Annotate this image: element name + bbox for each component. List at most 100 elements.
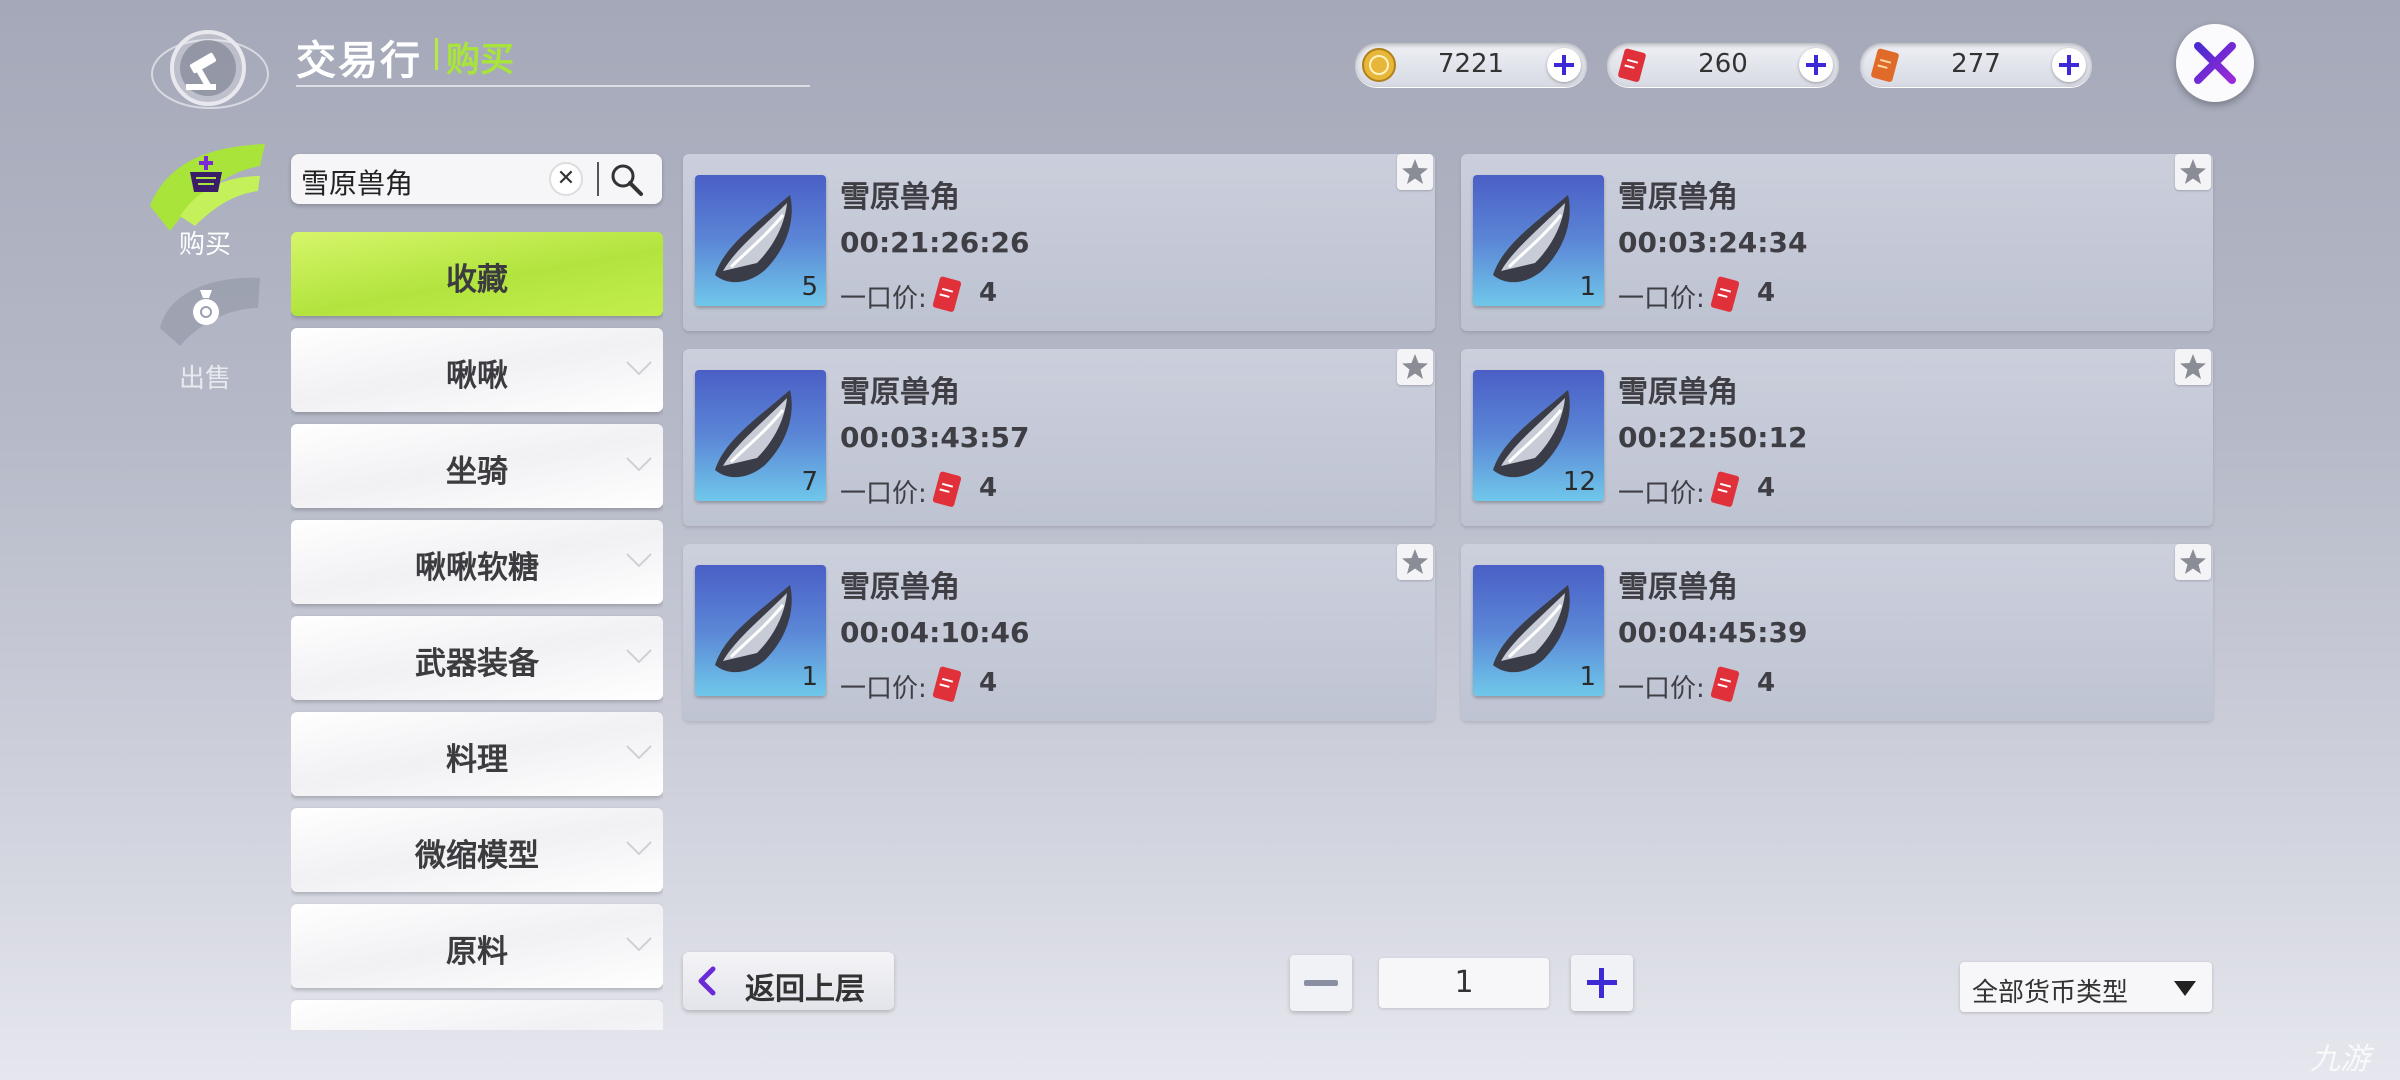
item-name: 雪原兽角 — [1618, 180, 1738, 215]
category-label: 收藏 — [446, 262, 508, 298]
item-name: 雪原兽角 — [840, 180, 960, 215]
currency-type-dropdown[interactable]: 全部货币类型 — [1960, 962, 2212, 1012]
page-title: 交易行 — [296, 38, 422, 84]
category-list: 收藏 啾啾 坐骑 啾啾软糖 武器装备 料理 微缩模型 原料 道具 — [291, 232, 663, 1030]
chevron-down-icon — [626, 553, 652, 568]
red-ticket-icon — [926, 469, 966, 509]
money-bag-icon — [186, 286, 226, 326]
chevron-down-icon — [626, 937, 652, 952]
plus-icon — [1587, 968, 1617, 998]
search-divider — [597, 162, 599, 196]
red-ticket-icon — [926, 274, 966, 314]
item-price: 4 — [979, 473, 998, 503]
category-label: 武器装备 — [415, 646, 539, 682]
chevron-down-icon — [626, 745, 652, 760]
category-materials[interactable]: 原料 — [291, 904, 663, 988]
favorite-star-button[interactable] — [1397, 154, 1433, 190]
price-label: 一口价: — [1618, 674, 1705, 704]
item-time-remaining: 00:21:26:26 — [840, 226, 1030, 259]
trading-house-emblem-icon — [150, 18, 280, 128]
category-label: 料理 — [446, 742, 508, 778]
price-label: 一口价: — [1618, 479, 1705, 509]
page-decrease-button[interactable] — [1290, 955, 1352, 1011]
favorite-star-button[interactable] — [2175, 154, 2211, 190]
item-thumbnail: 1 — [1473, 175, 1604, 306]
category-jiujiu-candy[interactable]: 啾啾软糖 — [291, 520, 663, 604]
back-button[interactable]: 返回上层 — [683, 952, 894, 1010]
search-input[interactable]: 雪原兽角 — [301, 162, 413, 202]
category-mounts[interactable]: 坐骑 — [291, 424, 663, 508]
chevron-down-icon — [626, 361, 652, 376]
currency-value: 277 — [1951, 49, 2001, 79]
category-cooking[interactable]: 料理 — [291, 712, 663, 796]
category-miniatures[interactable]: 微缩模型 — [291, 808, 663, 892]
page-number-field[interactable]: 1 — [1379, 958, 1549, 1008]
item-thumbnail: 12 — [1473, 370, 1604, 501]
search-icon[interactable] — [609, 162, 645, 198]
price-label: 一口价: — [1618, 284, 1705, 314]
favorite-star-button[interactable] — [2175, 349, 2211, 385]
item-quantity: 1 — [801, 662, 818, 692]
category-label: 微缩模型 — [415, 838, 539, 874]
listing-card[interactable]: 7 雪原兽角 00:03:43:57 一口价: 4 — [683, 349, 1435, 526]
gold-coin-icon — [1361, 47, 1397, 83]
item-quantity: 1 — [1579, 272, 1596, 302]
favorite-star-button[interactable] — [2175, 544, 2211, 580]
listing-card[interactable]: 5 雪原兽角 00:21:26:26 一口价: 4 — [683, 154, 1435, 331]
item-quantity: 7 — [801, 467, 818, 497]
title-divider — [435, 38, 438, 70]
category-label: 原料 — [446, 934, 508, 970]
item-thumbnail: 1 — [695, 565, 826, 696]
category-label: 啾啾软糖 — [415, 550, 539, 586]
caret-down-icon — [2174, 981, 2196, 996]
item-time-remaining: 00:04:10:46 — [840, 616, 1030, 649]
item-time-remaining: 00:04:45:39 — [1618, 616, 1808, 649]
nav-buy-label: 购买 — [178, 230, 231, 260]
category-weapons[interactable]: 武器装备 — [291, 616, 663, 700]
price-label: 一口价: — [840, 479, 927, 509]
close-button[interactable] — [2176, 24, 2254, 102]
category-items[interactable]: 道具 — [291, 1000, 663, 1030]
currency-red-ticket: 260 — [1607, 43, 1839, 87]
item-price: 4 — [979, 278, 998, 308]
price-label: 一口价: — [840, 284, 927, 314]
listing-card[interactable]: 12 雪原兽角 00:22:50:12 一口价: 4 — [1461, 349, 2213, 526]
listing-card[interactable]: 1 雪原兽角 00:03:24:34 一口价: 4 — [1461, 154, 2213, 331]
star-icon — [2180, 159, 2206, 184]
category-jiujiu[interactable]: 啾啾 — [291, 328, 663, 412]
item-quantity: 12 — [1562, 467, 1596, 497]
star-icon — [2180, 354, 2206, 379]
price-label: 一口价: — [840, 674, 927, 704]
chevron-down-icon — [626, 457, 652, 472]
orange-ticket-icon — [1866, 47, 1902, 83]
nav-sell-tab[interactable]: 出售 — [140, 268, 270, 398]
item-name: 雪原兽角 — [840, 570, 960, 605]
add-orange-ticket-button[interactable] — [2052, 48, 2086, 82]
item-quantity: 1 — [1579, 662, 1596, 692]
add-gold-button[interactable] — [1547, 48, 1581, 82]
clear-search-button[interactable]: ✕ — [549, 162, 583, 196]
chevron-down-icon — [626, 649, 652, 664]
item-time-remaining: 00:03:24:34 — [1618, 226, 1808, 259]
item-price: 4 — [1757, 278, 1776, 308]
add-red-ticket-button[interactable] — [1799, 48, 1833, 82]
star-icon — [1402, 354, 1428, 379]
item-name: 雪原兽角 — [840, 375, 960, 410]
item-time-remaining: 00:03:43:57 — [840, 421, 1030, 454]
category-favorites[interactable]: 收藏 — [291, 232, 663, 316]
item-price: 4 — [979, 668, 998, 698]
item-price: 4 — [1757, 473, 1776, 503]
listing-card[interactable]: 1 雪原兽角 00:04:10:46 一口价: 4 — [683, 544, 1435, 721]
page-increase-button[interactable] — [1571, 955, 1633, 1011]
favorite-star-button[interactable] — [1397, 544, 1433, 580]
item-name: 雪原兽角 — [1618, 570, 1738, 605]
listing-card[interactable]: 1 雪原兽角 00:04:45:39 一口价: 4 — [1461, 544, 2213, 721]
nav-buy-tab[interactable]: 购买 — [140, 136, 270, 266]
star-icon — [2180, 549, 2206, 574]
item-time-remaining: 00:22:50:12 — [1618, 421, 1808, 454]
nav-sell-label: 出售 — [178, 364, 231, 394]
back-label: 返回上层 — [745, 972, 865, 1007]
favorite-star-button[interactable] — [1397, 349, 1433, 385]
item-thumbnail: 7 — [695, 370, 826, 501]
star-icon — [1402, 549, 1428, 574]
